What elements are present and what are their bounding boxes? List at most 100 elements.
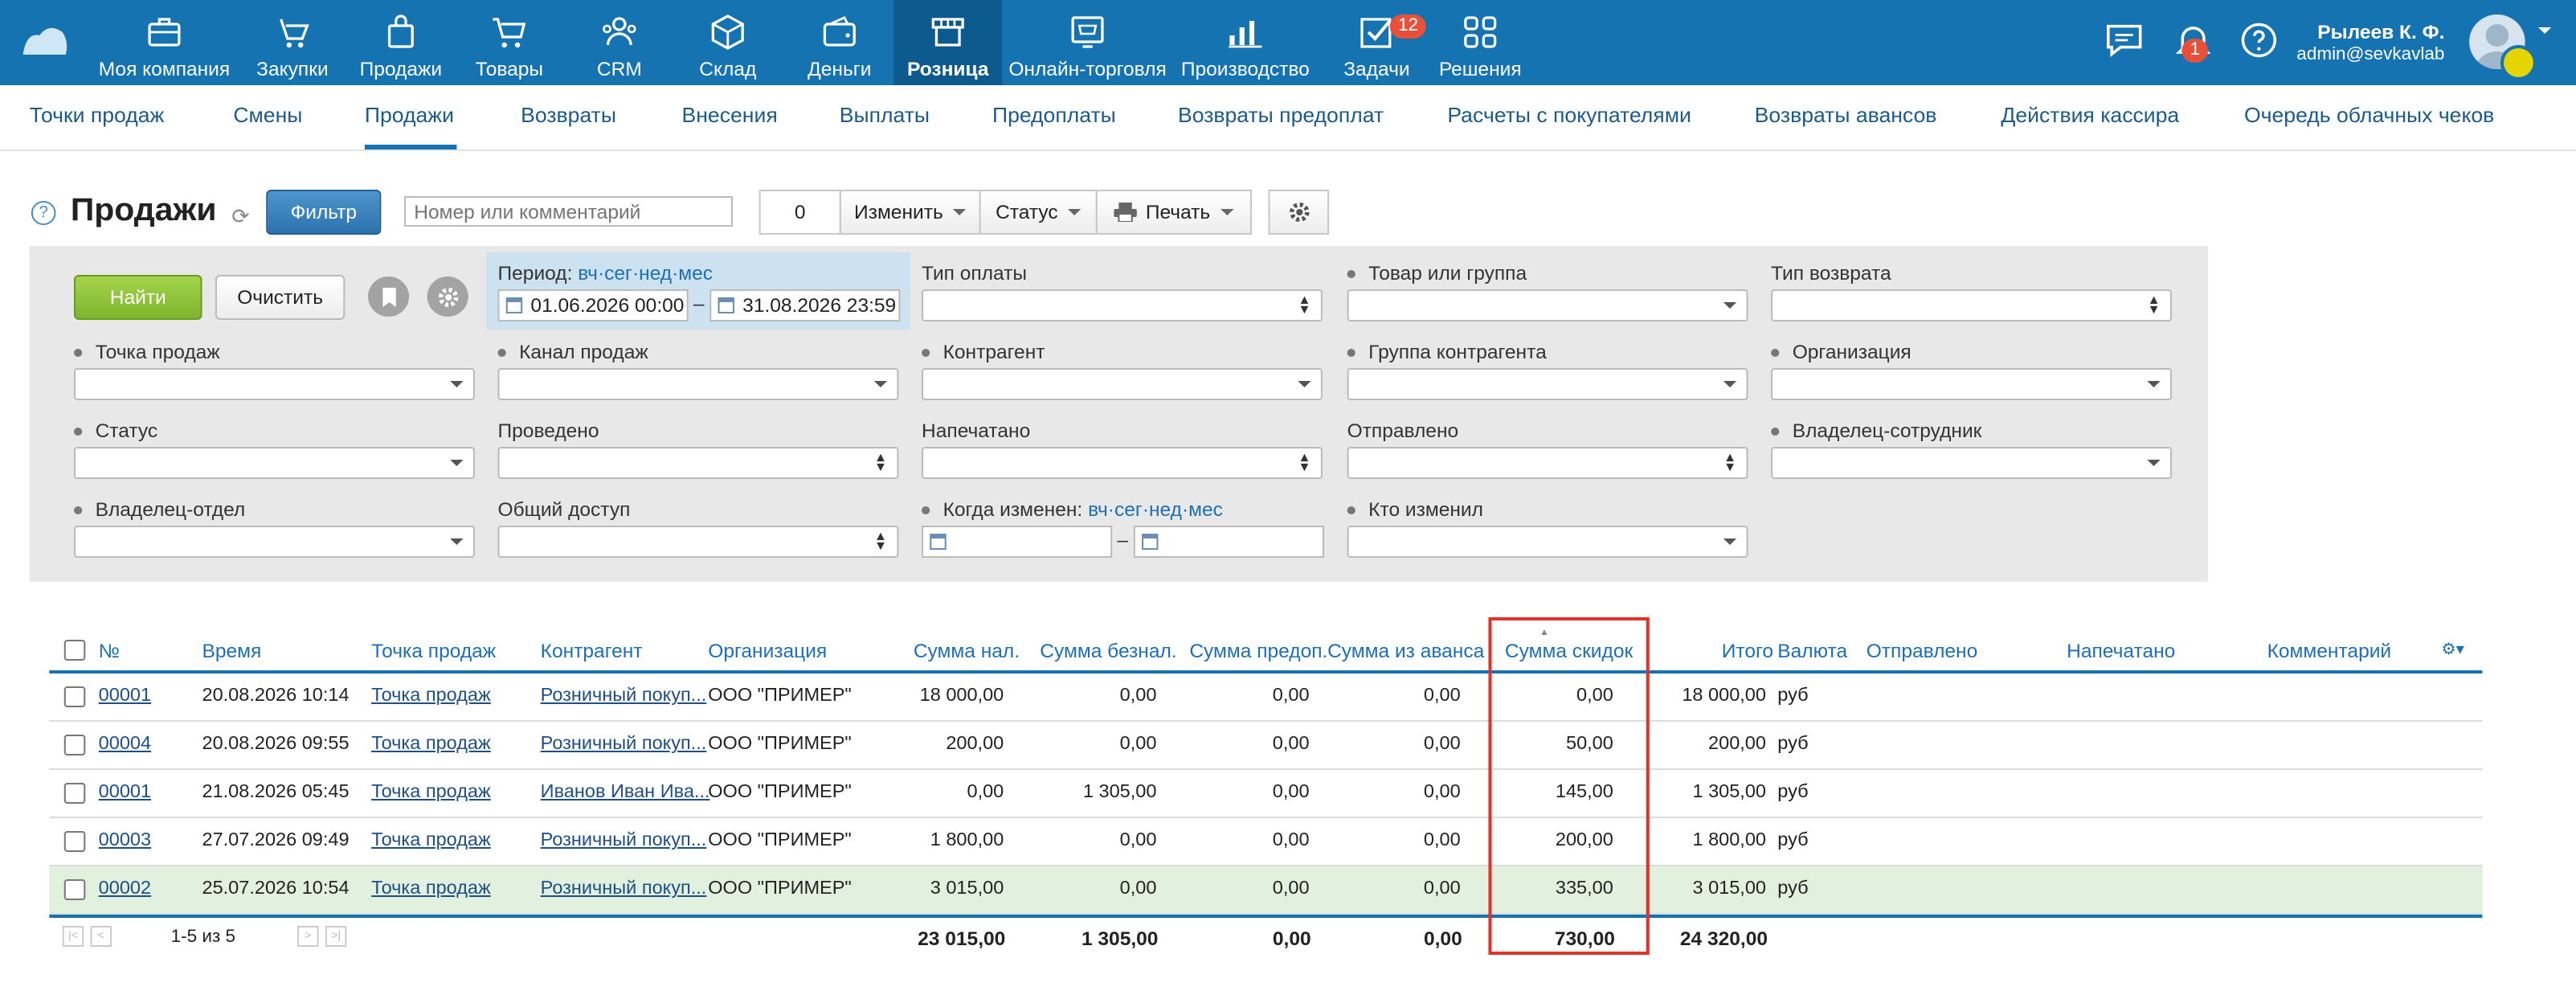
tab-payouts[interactable]: Выплаты (840, 103, 930, 127)
col-time[interactable]: Время (202, 640, 261, 662)
col-number[interactable]: № (99, 640, 120, 662)
tab-deposits[interactable]: Внесения (682, 103, 778, 127)
calendar-icon[interactable] (930, 534, 947, 550)
row-checkbox[interactable] (63, 735, 86, 755)
date-to-input[interactable]: 31.08.2026 23:59 (709, 289, 901, 321)
table-row[interactable]: 00004 20.08.2026 09:55 Точка продаж Розн… (49, 722, 2483, 770)
table-row[interactable]: 00001 21.08.2026 05:45 Точка продаж Иван… (49, 770, 2483, 818)
col-currency[interactable]: Валюта (1777, 640, 1847, 662)
prev-page-button[interactable]: < (90, 926, 112, 947)
nav-retail[interactable]: Розница (893, 0, 1003, 85)
help-icon[interactable] (2238, 19, 2280, 61)
date-from-input[interactable]: 01.06.2026 00:00 (497, 289, 689, 321)
tab-sale-points[interactable]: Точки продаж (30, 103, 165, 127)
tab-returns[interactable]: Возвраты (521, 103, 616, 127)
counterparty-select[interactable] (922, 368, 1323, 400)
status-dropdown[interactable]: Статус (979, 190, 1098, 235)
row-number-link[interactable]: 00004 (99, 735, 151, 754)
posted-select[interactable]: ▲ ▼ (497, 447, 899, 479)
shared-access-select[interactable]: ▲ ▼ (497, 526, 899, 558)
table-row[interactable]: 00001 20.08.2026 10:14 Точка продаж Розн… (49, 674, 2483, 722)
refresh-icon[interactable]: ⟳ (231, 204, 249, 230)
table-row-selected[interactable]: 00002 25.07.2026 10:54 Точка продаж Розн… (49, 866, 2483, 915)
row-number-link[interactable]: 00003 (99, 831, 151, 850)
tab-cashier-actions[interactable]: Действия кассира (2001, 103, 2179, 127)
column-settings-icon[interactable]: ⚙▾ (2441, 641, 2464, 659)
return-type-select[interactable]: ▲ ▼ (1771, 289, 2173, 321)
row-counterparty-link[interactable]: Розничный покуп... (541, 831, 707, 850)
status-filter-select[interactable] (74, 447, 475, 479)
row-counterparty-link[interactable]: Иванов Иван Ива... (541, 783, 710, 802)
select-all-checkbox[interactable] (63, 640, 86, 661)
row-sale-point-link[interactable]: Точка продаж (371, 831, 491, 850)
nav-online-trade[interactable]: Онлайн-торговля (1008, 0, 1167, 85)
col-advance-sum[interactable]: Сумма из аванса (1327, 640, 1484, 662)
row-counterparty-link[interactable]: Розничный покуп... (541, 879, 707, 899)
row-checkbox[interactable] (63, 686, 86, 707)
tab-shifts[interactable]: Смены (233, 103, 302, 127)
row-checkbox[interactable] (63, 783, 86, 804)
row-number-link[interactable]: 00001 (99, 783, 151, 802)
printed-select[interactable]: ▲ ▼ (922, 447, 1323, 479)
logo-icon[interactable] (20, 19, 69, 58)
find-button[interactable]: Найти (74, 275, 202, 320)
nav-sales[interactable]: Продажи (352, 0, 451, 85)
row-number-link[interactable]: 00001 (99, 686, 151, 706)
nav-money[interactable]: Деньги (795, 0, 884, 85)
first-page-button[interactable]: |< (62, 926, 84, 947)
calendar-icon[interactable] (1142, 534, 1159, 550)
change-dropdown[interactable]: Изменить (839, 190, 981, 235)
owner-employee-select[interactable] (1771, 447, 2173, 479)
chat-icon[interactable] (2103, 19, 2145, 61)
product-group-select[interactable] (1347, 289, 1748, 321)
col-printed[interactable]: Напечатано (2067, 640, 2175, 662)
col-sale-point[interactable]: Точка продаж (371, 640, 496, 662)
counterparty-group-select[interactable] (1347, 368, 1748, 400)
nav-crm[interactable]: CRM (575, 0, 664, 85)
row-checkbox[interactable] (63, 831, 86, 852)
print-dropdown[interactable]: Печать (1095, 190, 1253, 235)
row-checkbox[interactable] (63, 879, 86, 900)
sale-channel-select[interactable] (497, 368, 899, 400)
next-page-button[interactable]: > (297, 926, 319, 947)
search-input[interactable] (403, 196, 733, 227)
filter-settings-button[interactable] (427, 276, 468, 317)
filter-button[interactable]: Фильтр (266, 190, 382, 235)
settings-button[interactable] (1268, 190, 1330, 235)
col-organization[interactable]: Организация (708, 640, 827, 662)
col-noncash-sum[interactable]: Сумма безнал. (1040, 640, 1176, 662)
col-prepayment-sum[interactable]: Сумма предоп. (1189, 640, 1327, 662)
last-page-button[interactable]: >| (325, 926, 347, 947)
col-counterparty[interactable]: Контрагент (541, 640, 643, 662)
changed-from-input[interactable] (922, 526, 1113, 558)
row-counterparty-link[interactable]: Розничный покуп... (541, 735, 707, 754)
owner-department-select[interactable] (74, 526, 475, 558)
chevron-down-icon[interactable] (2537, 27, 2552, 34)
nav-my-company[interactable]: Моя компания (92, 0, 236, 85)
period-quick-links[interactable]: вч·сег·нед·мес (578, 262, 713, 285)
sale-point-select[interactable] (74, 368, 475, 400)
calendar-icon[interactable] (718, 297, 734, 313)
col-sent[interactable]: Отправлено (1867, 640, 1978, 662)
col-comment[interactable]: Комментарий (2267, 640, 2392, 662)
changed-by-select[interactable] (1347, 526, 1748, 558)
tab-customer-settlements[interactable]: Расчеты с покупателями (1447, 103, 1691, 127)
calendar-icon[interactable] (505, 297, 523, 313)
col-total[interactable]: Итого (1722, 640, 1773, 662)
nav-production[interactable]: Производство (1180, 0, 1311, 85)
tab-advance-returns[interactable]: Возвраты авансов (1755, 103, 1937, 127)
user-name[interactable]: Рылеев К. Ф. (2317, 21, 2444, 43)
row-counterparty-link[interactable]: Розничный покуп... (541, 686, 707, 706)
table-row[interactable]: 00003 27.07.2026 09:49 Точка продаж Розн… (49, 818, 2483, 866)
row-sale-point-link[interactable]: Точка продаж (371, 735, 491, 754)
row-number-link[interactable]: 00002 (99, 879, 151, 899)
row-sale-point-link[interactable]: Точка продаж (371, 686, 491, 706)
organization-select[interactable] (1771, 368, 2173, 400)
sent-select[interactable]: ▲ ▼ (1347, 447, 1748, 479)
nav-solutions[interactable]: Решения (1436, 0, 1524, 85)
nav-purchases[interactable]: Закупки (247, 0, 338, 85)
col-cash-sum[interactable]: Сумма нал. (914, 640, 1020, 662)
tab-prepayment-returns[interactable]: Возвраты предоплат (1178, 103, 1384, 127)
tab-sales[interactable]: Продажи (365, 103, 454, 127)
row-sale-point-link[interactable]: Точка продаж (371, 879, 491, 899)
